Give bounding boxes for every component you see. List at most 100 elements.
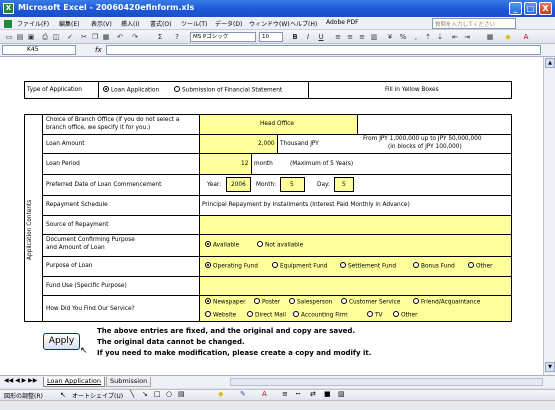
copy-icon[interactable]: ❐	[90, 32, 100, 42]
menu-data[interactable]: データ(D)	[215, 19, 242, 28]
find-option-accounting[interactable]: Accounting Firm	[293, 311, 348, 319]
shadow-icon[interactable]: ■	[324, 390, 331, 398]
menu-insert[interactable]: 挿入(I)	[121, 19, 139, 28]
font-color-icon[interactable]: A	[521, 32, 531, 42]
italic-button[interactable]: I	[303, 32, 313, 42]
rectangle-icon[interactable]: □	[154, 390, 161, 398]
scroll-down-icon[interactable]: ▼	[545, 362, 555, 372]
doc-option-available[interactable]: Available	[205, 241, 239, 249]
align-center-icon[interactable]: ≡	[345, 32, 355, 42]
menu-format[interactable]: 書式(O)	[150, 19, 171, 28]
tab-nav-icons[interactable]: ◀◀ ◀ ▶ ▶▶	[4, 377, 37, 384]
formula-input[interactable]	[106, 45, 541, 55]
menu-adobe-pdf[interactable]: Adobe PDF	[326, 19, 359, 26]
loan-amount-unit: Thousand JPY	[280, 141, 319, 147]
decrease-decimal-icon[interactable]: ⇣	[435, 32, 445, 42]
purpose-option-bonus[interactable]: Bonus Fund	[413, 262, 455, 270]
fx-icon[interactable]: fx	[95, 46, 102, 54]
percent-icon[interactable]: %	[398, 32, 408, 42]
borders-icon[interactable]: ▦	[485, 32, 495, 42]
find-option-direct-mail[interactable]: Direct Mail	[247, 311, 286, 319]
help-icon[interactable]: ?	[172, 32, 182, 42]
select-pointer-icon[interactable]: ↖	[60, 391, 66, 399]
find-option-friend[interactable]: Friend/Acquaintance	[413, 298, 480, 306]
tab-loan-application[interactable]: Loan Application	[43, 377, 105, 387]
find-option-website[interactable]: Website	[205, 311, 236, 319]
find-option-tv[interactable]: TV	[367, 311, 383, 319]
name-box[interactable]: K45	[2, 45, 76, 55]
comma-icon[interactable]: ,	[411, 32, 421, 42]
font-name-select[interactable]: MS Pゴシック	[190, 32, 256, 42]
print-icon[interactable]: ⎙	[40, 32, 50, 42]
fill-color-draw-icon[interactable]: ◆	[218, 390, 223, 398]
indent-icon[interactable]: ⇤	[450, 32, 460, 42]
horizontal-scrollbar[interactable]	[230, 378, 543, 386]
title-bar: X Microsoft Excel - 20060420efinform.xls…	[0, 0, 555, 17]
spell-icon[interactable]: ✓	[65, 32, 75, 42]
menu-help[interactable]: ヘルプ(H)	[290, 19, 317, 28]
arrow-icon[interactable]: ↘	[142, 390, 148, 398]
autoshape-menu[interactable]: オートシェイプ(U)	[72, 391, 123, 400]
autosum-icon[interactable]: Σ	[155, 32, 165, 42]
align-left-icon[interactable]: ≡	[333, 32, 343, 42]
purpose-option-other[interactable]: Other	[468, 262, 492, 270]
merge-center-icon[interactable]: ▥	[369, 32, 379, 42]
menu-view[interactable]: 表示(V)	[91, 19, 112, 28]
vertical-scrollbar[interactable]: ▲ ▼	[543, 57, 555, 375]
tab-submission[interactable]: Submission	[106, 377, 152, 387]
save-icon[interactable]: ▣	[26, 32, 36, 42]
dash-style-icon[interactable]: ┅	[296, 390, 300, 398]
apply-button[interactable]: Apply	[43, 333, 80, 350]
type-option-loan[interactable]: Loan Application	[103, 86, 159, 94]
workbook-icon[interactable]	[4, 20, 12, 28]
find-option-poster[interactable]: Poster	[254, 298, 280, 306]
oval-icon[interactable]: ○	[166, 390, 172, 398]
help-search-input[interactable]: 質問を入力してください	[432, 18, 516, 29]
underline-button[interactable]: U	[316, 32, 326, 42]
preview-icon[interactable]: ◫	[51, 32, 61, 42]
purpose-option-operating[interactable]: Operating Fund	[205, 262, 258, 270]
window-title: Microsoft Excel - 20060420efinform.xls	[18, 3, 195, 12]
purpose-option-settlement[interactable]: Settlement Fund	[340, 262, 396, 270]
find-option-other[interactable]: Other	[393, 311, 417, 319]
close-button[interactable]: X	[539, 2, 552, 15]
font-color-draw-icon[interactable]: A	[262, 390, 267, 398]
line-icon[interactable]: ╲	[130, 390, 134, 398]
draw-menu[interactable]: 図形の調整(R)	[4, 391, 43, 400]
new-icon[interactable]: ▭	[4, 32, 14, 42]
fund-use-label: Fund Use (Specific Purpose)	[46, 283, 127, 289]
paste-icon[interactable]: ▦	[101, 32, 111, 42]
undo-icon[interactable]: ↶	[115, 32, 125, 42]
redo-icon[interactable]: ↷	[130, 32, 140, 42]
radio-icon	[289, 298, 295, 304]
fund-use-field[interactable]	[200, 277, 511, 295]
outdent-icon[interactable]: ⇥	[462, 32, 472, 42]
menu-file[interactable]: ファイル(F)	[17, 19, 49, 28]
type-option-financial[interactable]: Submission of Financial Statement	[174, 86, 282, 94]
line-style-icon[interactable]: ≡	[282, 390, 288, 398]
fill-color-icon[interactable]: ◆	[503, 32, 513, 42]
scroll-up-icon[interactable]: ▲	[545, 58, 555, 68]
open-icon[interactable]: ▤	[15, 32, 25, 42]
increase-decimal-icon[interactable]: ⇡	[423, 32, 433, 42]
line-color-icon[interactable]: ✎	[240, 390, 246, 398]
bold-button[interactable]: B	[290, 32, 300, 42]
menu-edit[interactable]: 編集(E)	[59, 19, 79, 28]
font-size-select[interactable]: 10	[259, 32, 283, 42]
arrow-style-icon[interactable]: ⇄	[310, 390, 316, 398]
find-option-customer-service[interactable]: Customer Service	[341, 298, 400, 306]
find-option-salesperson[interactable]: Salesperson	[289, 298, 332, 306]
3d-icon[interactable]: ▨	[338, 390, 345, 398]
align-right-icon[interactable]: ≡	[357, 32, 367, 42]
cut-icon[interactable]: ✂	[79, 32, 89, 42]
doc-option-not-available[interactable]: Not available	[257, 241, 303, 249]
find-option-newspaper[interactable]: Newspaper	[205, 298, 246, 306]
purpose-option-equipment[interactable]: Equipment Fund	[272, 262, 327, 270]
restore-button[interactable]: □	[524, 2, 537, 15]
source-field[interactable]	[200, 216, 511, 234]
minimize-button[interactable]: _	[509, 2, 522, 15]
menu-tools[interactable]: ツール(T)	[181, 19, 207, 28]
menu-window[interactable]: ウィンドウ(W)	[249, 19, 290, 28]
currency-icon[interactable]: ¥	[385, 32, 395, 42]
textbox-icon[interactable]: ▤	[178, 390, 185, 398]
